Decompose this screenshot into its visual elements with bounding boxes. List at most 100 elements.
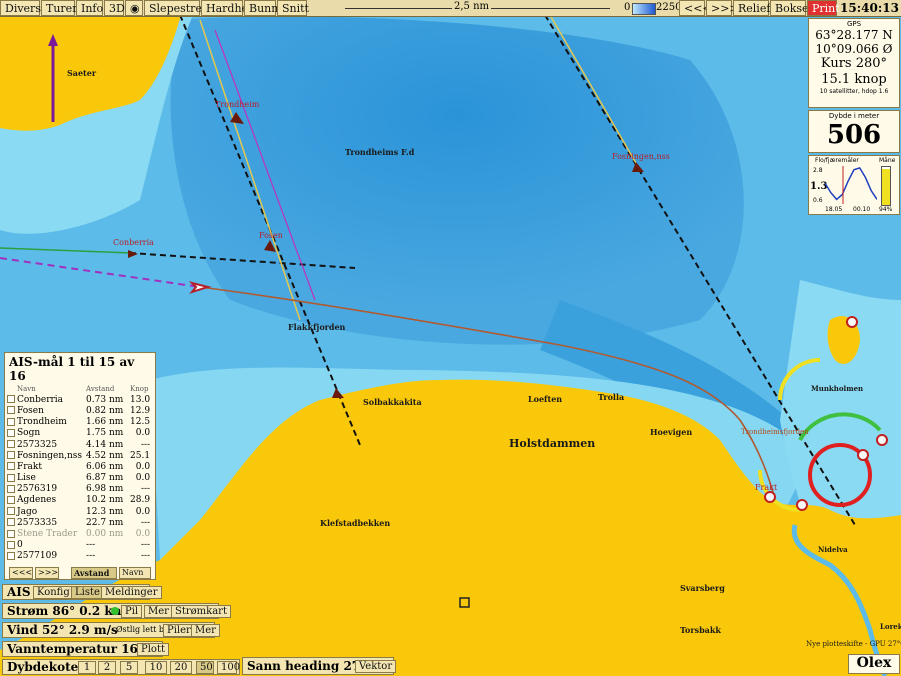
current-map-button[interactable]: Strømkart (171, 605, 231, 618)
heading-vector-button[interactable]: Vektor (355, 660, 397, 673)
clock: 15:40:13 (840, 1, 899, 15)
contour-50-button[interactable]: 50 (196, 661, 214, 674)
boxes-button[interactable]: Bokser (770, 0, 814, 16)
ais-sort-distance[interactable]: Avstand (71, 567, 117, 579)
ais-col-distance: Avstand (86, 384, 115, 393)
ais-row-checkbox[interactable] (7, 462, 15, 471)
ais-row-checkbox[interactable] (7, 551, 15, 560)
nav-back-button[interactable]: <<< (679, 0, 712, 16)
gps-latitude: 63°28.177 N (815, 28, 893, 42)
ais-row-speed: --- (140, 551, 151, 562)
tool-bunn[interactable]: Bunn (244, 0, 278, 16)
ais-row-checkbox[interactable] (7, 484, 15, 493)
ais-row-checkbox[interactable] (7, 428, 15, 437)
scale-label: 2,5 nm (452, 1, 492, 12)
ais-row-name-text: Stene Trader (17, 529, 78, 540)
ais-table-row[interactable]: 2573335 22.7 nm --- (5, 517, 152, 528)
wind-bar: Vind 52° 2.9 m/s Østlig lett bris Piler … (2, 622, 220, 638)
ais-table-row[interactable]: 2577109 --- --- (5, 551, 152, 562)
ais-row-checkbox[interactable] (7, 507, 15, 516)
tide-curve (825, 167, 877, 201)
current-more-button[interactable]: Mer (144, 605, 173, 618)
tool-snitt[interactable]: Snitt (277, 0, 309, 16)
ais-row-checkbox[interactable] (7, 417, 15, 426)
ais-row-name-text: Fosen (17, 405, 44, 416)
ais-row-speed: 0.0 (135, 428, 151, 439)
water-plot-button[interactable]: Plott (137, 643, 169, 656)
map-label-conberria: Conberria (113, 238, 154, 247)
wind-label: Vind 52° 2.9 m/s (7, 623, 118, 637)
target-icon[interactable]: ◉ (125, 0, 143, 16)
depth-contours-label: Dybdekoter (7, 660, 85, 674)
gps-course: Kurs 280° (820, 56, 888, 71)
ais-row-distance: 1.66 nm (86, 417, 124, 428)
ais-table-row[interactable]: Sogn 1.75 nm 0.0 (5, 428, 152, 439)
menu-diverse[interactable]: Diverse (0, 0, 47, 16)
ais-table-row[interactable]: 2576319 6.98 nm --- (5, 484, 152, 495)
ais-row-name: 2573325 (5, 439, 84, 450)
menu-3d[interactable]: 3D (104, 0, 125, 16)
ais-row-checkbox[interactable] (7, 451, 15, 460)
ais-row-distance: 0.00 nm (86, 529, 124, 540)
ais-row-checkbox[interactable] (7, 518, 15, 527)
tool-hardhet[interactable]: Hardhet (201, 0, 252, 16)
tool-slepestrek[interactable]: Slepestrek (144, 0, 209, 16)
ais-row-checkbox[interactable] (7, 495, 15, 504)
ais-table-row[interactable]: Fosningen,nss 4.52 nm 25.1 (5, 450, 152, 461)
ais-row-name: 0 (5, 540, 84, 551)
ais-row-checkbox[interactable] (7, 406, 15, 415)
map-label-torsbakk: Torsbakk (680, 625, 721, 635)
ais-sort-name[interactable]: Navn (119, 567, 151, 579)
ais-row-speed: 12.5 (130, 417, 151, 428)
current-arrow-button[interactable]: Pil (121, 605, 143, 618)
map-label-frakt: Frakt (755, 483, 778, 492)
ais-table-row[interactable]: 0 --- --- (5, 540, 152, 551)
menu-info[interactable]: Info (76, 0, 103, 16)
ais-list-panel[interactable]: AIS-mål 1 til 15 av 16 Navn Avstand Knop… (4, 352, 156, 580)
water-temp-bar: Vanntemperatur 16.8°C Plott (2, 641, 169, 657)
wind-more-button[interactable]: Mer (191, 624, 220, 637)
ais-table-row[interactable]: Jago 12.3 nm 0.0 (5, 506, 152, 517)
ais-row-distance: 22.7 nm (86, 517, 124, 528)
ais-list-button[interactable]: Liste (71, 586, 104, 599)
tide-title: Flo/fjæremåler (815, 157, 859, 164)
ais-row-name: 2573335 (5, 517, 84, 528)
ais-row-distance: 1.75 nm (86, 428, 124, 439)
ais-table-row[interactable]: Lise 6.87 nm 0.0 (5, 473, 152, 484)
gps-panel[interactable]: GPS 63°28.177 N 10°09.066 Ø Kurs 280° 15… (808, 18, 900, 108)
map-label-svarsberg: Svarsberg (680, 583, 725, 593)
ais-table-row[interactable]: Agdenes 10.2 nm 28.9 (5, 495, 152, 506)
contour-2-button[interactable]: 2 (98, 661, 116, 674)
ais-table-row[interactable]: Trondheim 1.66 nm 12.5 (5, 417, 152, 428)
contour-100-button[interactable]: 100 (217, 661, 240, 674)
ais-messages-button[interactable]: Meldinger (101, 586, 162, 599)
contour-5-button[interactable]: 5 (120, 661, 138, 674)
print-button[interactable]: Print (807, 0, 840, 16)
ais-row-name: Trondheim (5, 417, 84, 428)
relief-button[interactable]: Relieff (733, 0, 774, 16)
contour-20-button[interactable]: 20 (170, 661, 192, 674)
ais-row-checkbox[interactable] (7, 529, 15, 538)
ais-table: Navn Avstand Knop Conberria 0.73 nm 13.0 Fo… (5, 383, 152, 562)
ais-table-row[interactable]: Fosen 0.82 nm 12.9 (5, 405, 152, 416)
contour-10-button[interactable]: 10 (145, 661, 167, 674)
menu-turer[interactable]: Turer (41, 0, 77, 16)
ais-row-checkbox[interactable] (7, 540, 15, 549)
ais-table-row[interactable]: Stene Trader 0.00 nm 0.0 (5, 528, 152, 539)
tide-panel[interactable]: Flo/fjæremåler Måne 2.8 1.3 0.6 18.05 00… (808, 155, 900, 215)
ais-page-forward[interactable]: >>> (35, 567, 59, 579)
ais-page-back[interactable]: <<< (9, 567, 33, 579)
nav-forward-button[interactable]: >>> (706, 0, 739, 16)
map-label-flakkfjorden: Flakkfjorden (288, 322, 346, 332)
tide-y-min: 0.6 (813, 197, 823, 204)
ais-row-checkbox[interactable] (7, 395, 15, 404)
ais-table-row[interactable]: Conberria 0.73 nm 13.0 (5, 394, 152, 405)
depth-label: Dybde i meter (828, 112, 880, 120)
contour-1-button[interactable]: 1 (78, 661, 96, 674)
ais-config-button[interactable]: Konfig (33, 586, 74, 599)
ais-table-row[interactable]: Frakt 6.06 nm 0.0 (5, 461, 152, 472)
ais-row-checkbox[interactable] (7, 473, 15, 482)
ais-table-row[interactable]: 2573325 4.14 nm --- (5, 439, 152, 450)
ais-row-checkbox[interactable] (7, 440, 15, 449)
depth-panel[interactable]: Dybde i meter 506 (808, 110, 900, 153)
